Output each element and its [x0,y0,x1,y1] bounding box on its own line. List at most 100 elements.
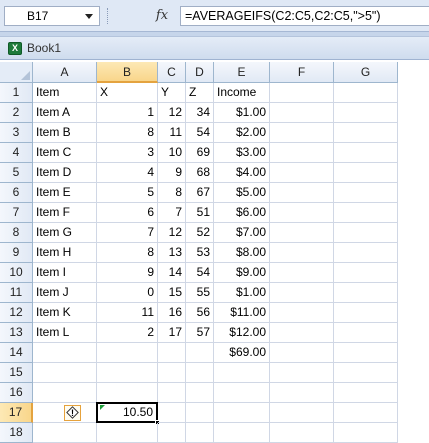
cell-f11[interactable] [270,283,334,303]
row-header-17[interactable]: 17 [0,403,33,423]
cell-g3[interactable] [334,123,398,143]
cell-f15[interactable] [270,363,334,383]
cell-a1[interactable]: Item [33,83,97,103]
cell-b18[interactable] [97,423,158,443]
row-header-11[interactable]: 11 [0,283,33,303]
cell-g18[interactable] [334,423,398,443]
cell-a7[interactable]: Item F [33,203,97,223]
column-header-b[interactable]: B [97,62,158,83]
cell-g11[interactable] [334,283,398,303]
cell-a11[interactable]: Item J [33,283,97,303]
cell-d16[interactable] [186,383,214,403]
cell-d5[interactable]: 68 [186,163,214,183]
active-cell[interactable]: 10.50 [96,402,160,425]
cell-f8[interactable] [270,223,334,243]
cell-f9[interactable] [270,243,334,263]
cell-c12[interactable]: 16 [158,303,186,323]
cell-g6[interactable] [334,183,398,203]
cell-e10[interactable]: $9.00 [214,263,270,283]
cell-e12[interactable]: $11.00 [214,303,270,323]
cell-a12[interactable]: Item K [33,303,97,323]
cell-g15[interactable] [334,363,398,383]
row-header-15[interactable]: 15 [0,363,33,383]
cell-d18[interactable] [186,423,214,443]
cell-e15[interactable] [214,363,270,383]
cell-d10[interactable]: 54 [186,263,214,283]
cell-e18[interactable] [214,423,270,443]
row-header-2[interactable]: 2 [0,103,33,123]
cell-b14[interactable] [97,343,158,363]
cell-e17[interactable] [214,403,270,423]
cell-d13[interactable]: 57 [186,323,214,343]
row-header-6[interactable]: 6 [0,183,33,203]
cell-e8[interactable]: $7.00 [214,223,270,243]
column-header-a[interactable]: A [33,62,97,83]
row-header-18[interactable]: 18 [0,423,33,443]
cell-g5[interactable] [334,163,398,183]
cell-a3[interactable]: Item B [33,123,97,143]
cell-f13[interactable] [270,323,334,343]
cell-g16[interactable] [334,383,398,403]
cell-d17[interactable] [186,403,214,423]
cell-a14[interactable] [33,343,97,363]
cell-f7[interactable] [270,203,334,223]
cell-f4[interactable] [270,143,334,163]
cell-c14[interactable] [158,343,186,363]
cell-d3[interactable]: 54 [186,123,214,143]
cell-c8[interactable]: 12 [158,223,186,243]
cell-a8[interactable]: Item G [33,223,97,243]
cell-g17[interactable] [334,403,398,423]
cell-d9[interactable]: 53 [186,243,214,263]
cell-a15[interactable] [33,363,97,383]
cell-f10[interactable] [270,263,334,283]
cell-d2[interactable]: 34 [186,103,214,123]
column-header-c[interactable]: C [158,62,186,83]
cell-f2[interactable] [270,103,334,123]
error-options-button[interactable]: ! [64,405,81,421]
cell-a2[interactable]: Item A [33,103,97,123]
cell-b10[interactable]: 9 [97,263,158,283]
cell-b16[interactable] [97,383,158,403]
row-header-12[interactable]: 12 [0,303,33,323]
cell-a18[interactable] [33,423,97,443]
cell-e2[interactable]: $1.00 [214,103,270,123]
cell-f6[interactable] [270,183,334,203]
cell-b7[interactable]: 6 [97,203,158,223]
cell-g1[interactable] [334,83,398,103]
cell-e7[interactable]: $6.00 [214,203,270,223]
cell-d12[interactable]: 56 [186,303,214,323]
cell-c10[interactable]: 14 [158,263,186,283]
cell-d8[interactable]: 52 [186,223,214,243]
cell-g8[interactable] [334,223,398,243]
cell-b4[interactable]: 3 [97,143,158,163]
cell-b9[interactable]: 8 [97,243,158,263]
cell-b11[interactable]: 0 [97,283,158,303]
cell-d6[interactable]: 67 [186,183,214,203]
cell-c3[interactable]: 11 [158,123,186,143]
cell-c4[interactable]: 10 [158,143,186,163]
column-header-f[interactable]: F [270,62,334,83]
cell-d15[interactable] [186,363,214,383]
cell-e3[interactable]: $2.00 [214,123,270,143]
cell-f18[interactable] [270,423,334,443]
cell-c2[interactable]: 12 [158,103,186,123]
cell-a16[interactable] [33,383,97,403]
cell-f5[interactable] [270,163,334,183]
row-header-10[interactable]: 10 [0,263,33,283]
row-header-7[interactable]: 7 [0,203,33,223]
cell-e16[interactable] [214,383,270,403]
row-header-1[interactable]: 1 [0,83,33,103]
name-box[interactable]: B17 [4,6,100,26]
cell-e4[interactable]: $3.00 [214,143,270,163]
cell-d1[interactable]: Z [186,83,214,103]
cell-d11[interactable]: 55 [186,283,214,303]
cell-g13[interactable] [334,323,398,343]
cell-e11[interactable]: $1.00 [214,283,270,303]
row-header-3[interactable]: 3 [0,123,33,143]
column-header-d[interactable]: D [186,62,214,83]
cell-a5[interactable]: Item D [33,163,97,183]
row-header-8[interactable]: 8 [0,223,33,243]
cell-d7[interactable]: 51 [186,203,214,223]
cell-f14[interactable] [270,343,334,363]
cell-e6[interactable]: $5.00 [214,183,270,203]
